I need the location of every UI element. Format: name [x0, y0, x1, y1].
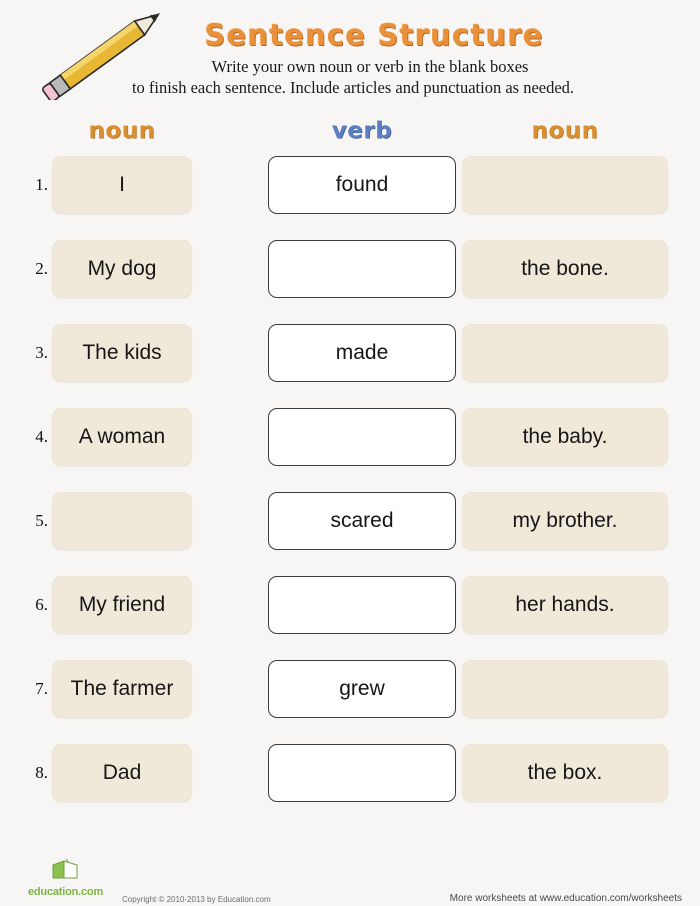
noun-box-1[interactable]: My friend	[52, 576, 192, 634]
page-title: Sentence Structure	[204, 18, 544, 52]
verb-box[interactable]: grew	[268, 660, 456, 718]
column-headers: noun verb noun	[0, 118, 700, 152]
row-number: 5.	[35, 511, 48, 530]
verb-box[interactable]	[268, 240, 456, 298]
table-row: 5. scared my brother.	[0, 492, 700, 576]
more-worksheets-link[interactable]: More worksheets at www.education.com/wor…	[450, 893, 682, 904]
worksheet-page: Sentence Structure Write your own noun o…	[0, 0, 700, 906]
verb-box[interactable]	[268, 744, 456, 802]
table-row: 2. My dog the bone.	[0, 240, 700, 324]
noun-box-1[interactable]: The farmer	[52, 660, 192, 718]
table-row: 8. Dad the box.	[0, 744, 700, 828]
row-number: 1.	[35, 175, 48, 194]
instruction-line-2: to finish each sentence. Include article…	[131, 78, 575, 97]
verb-box[interactable]: scared	[268, 492, 456, 550]
column-header-noun-1: noun	[88, 118, 156, 144]
noun-box-2[interactable]	[462, 156, 668, 214]
worksheet-header: Sentence Structure Write your own noun o…	[0, 0, 700, 112]
noun-box-2[interactable]: the bone.	[462, 240, 668, 298]
noun-box-1[interactable]: A woman	[52, 408, 192, 466]
row-number: 7.	[35, 679, 48, 698]
column-header-verb: verb	[331, 118, 393, 144]
instruction-line-1: Write your own noun or verb in the blank…	[211, 57, 529, 76]
noun-box-1[interactable]: The kids	[52, 324, 192, 382]
logo-wordmark: education.com	[28, 886, 104, 898]
sentence-rows: 1. I found 2. My dog the bone. 3. The ki…	[0, 156, 700, 828]
verb-box[interactable]: found	[268, 156, 456, 214]
education-logo[interactable]: education.com	[28, 858, 120, 898]
row-number: 6.	[35, 595, 48, 614]
noun-box-2[interactable]: the baby.	[462, 408, 668, 466]
column-header-noun-2: noun	[531, 118, 599, 144]
table-row: 7. The farmer grew	[0, 660, 700, 744]
row-number: 4.	[35, 427, 48, 446]
noun-box-2[interactable]	[462, 324, 668, 382]
table-row: 4. A woman the baby.	[0, 408, 700, 492]
row-number: 8.	[35, 763, 48, 782]
verb-box[interactable]: made	[268, 324, 456, 382]
noun-box-2[interactable]: her hands.	[462, 576, 668, 634]
noun-box-1[interactable]: Dad	[52, 744, 192, 802]
noun-box-2[interactable]	[462, 660, 668, 718]
worksheet-footer: education.com Copyright © 2010-2013 by E…	[0, 850, 700, 906]
verb-box[interactable]	[268, 408, 456, 466]
open-book-icon	[52, 858, 78, 879]
instructions: Write your own noun or verb in the blank…	[0, 56, 700, 98]
noun-box-1[interactable]	[52, 492, 192, 550]
copyright-text: Copyright © 2010-2013 by Education.com	[122, 895, 271, 904]
verb-box[interactable]	[268, 576, 456, 634]
table-row: 1. I found	[0, 156, 700, 240]
noun-box-2[interactable]: the box.	[462, 744, 668, 802]
noun-box-2[interactable]: my brother.	[462, 492, 668, 550]
noun-box-1[interactable]: My dog	[52, 240, 192, 298]
row-number: 2.	[35, 259, 48, 278]
row-number: 3.	[35, 343, 48, 362]
table-row: 3. The kids made	[0, 324, 700, 408]
noun-box-1[interactable]: I	[52, 156, 192, 214]
table-row: 6. My friend her hands.	[0, 576, 700, 660]
